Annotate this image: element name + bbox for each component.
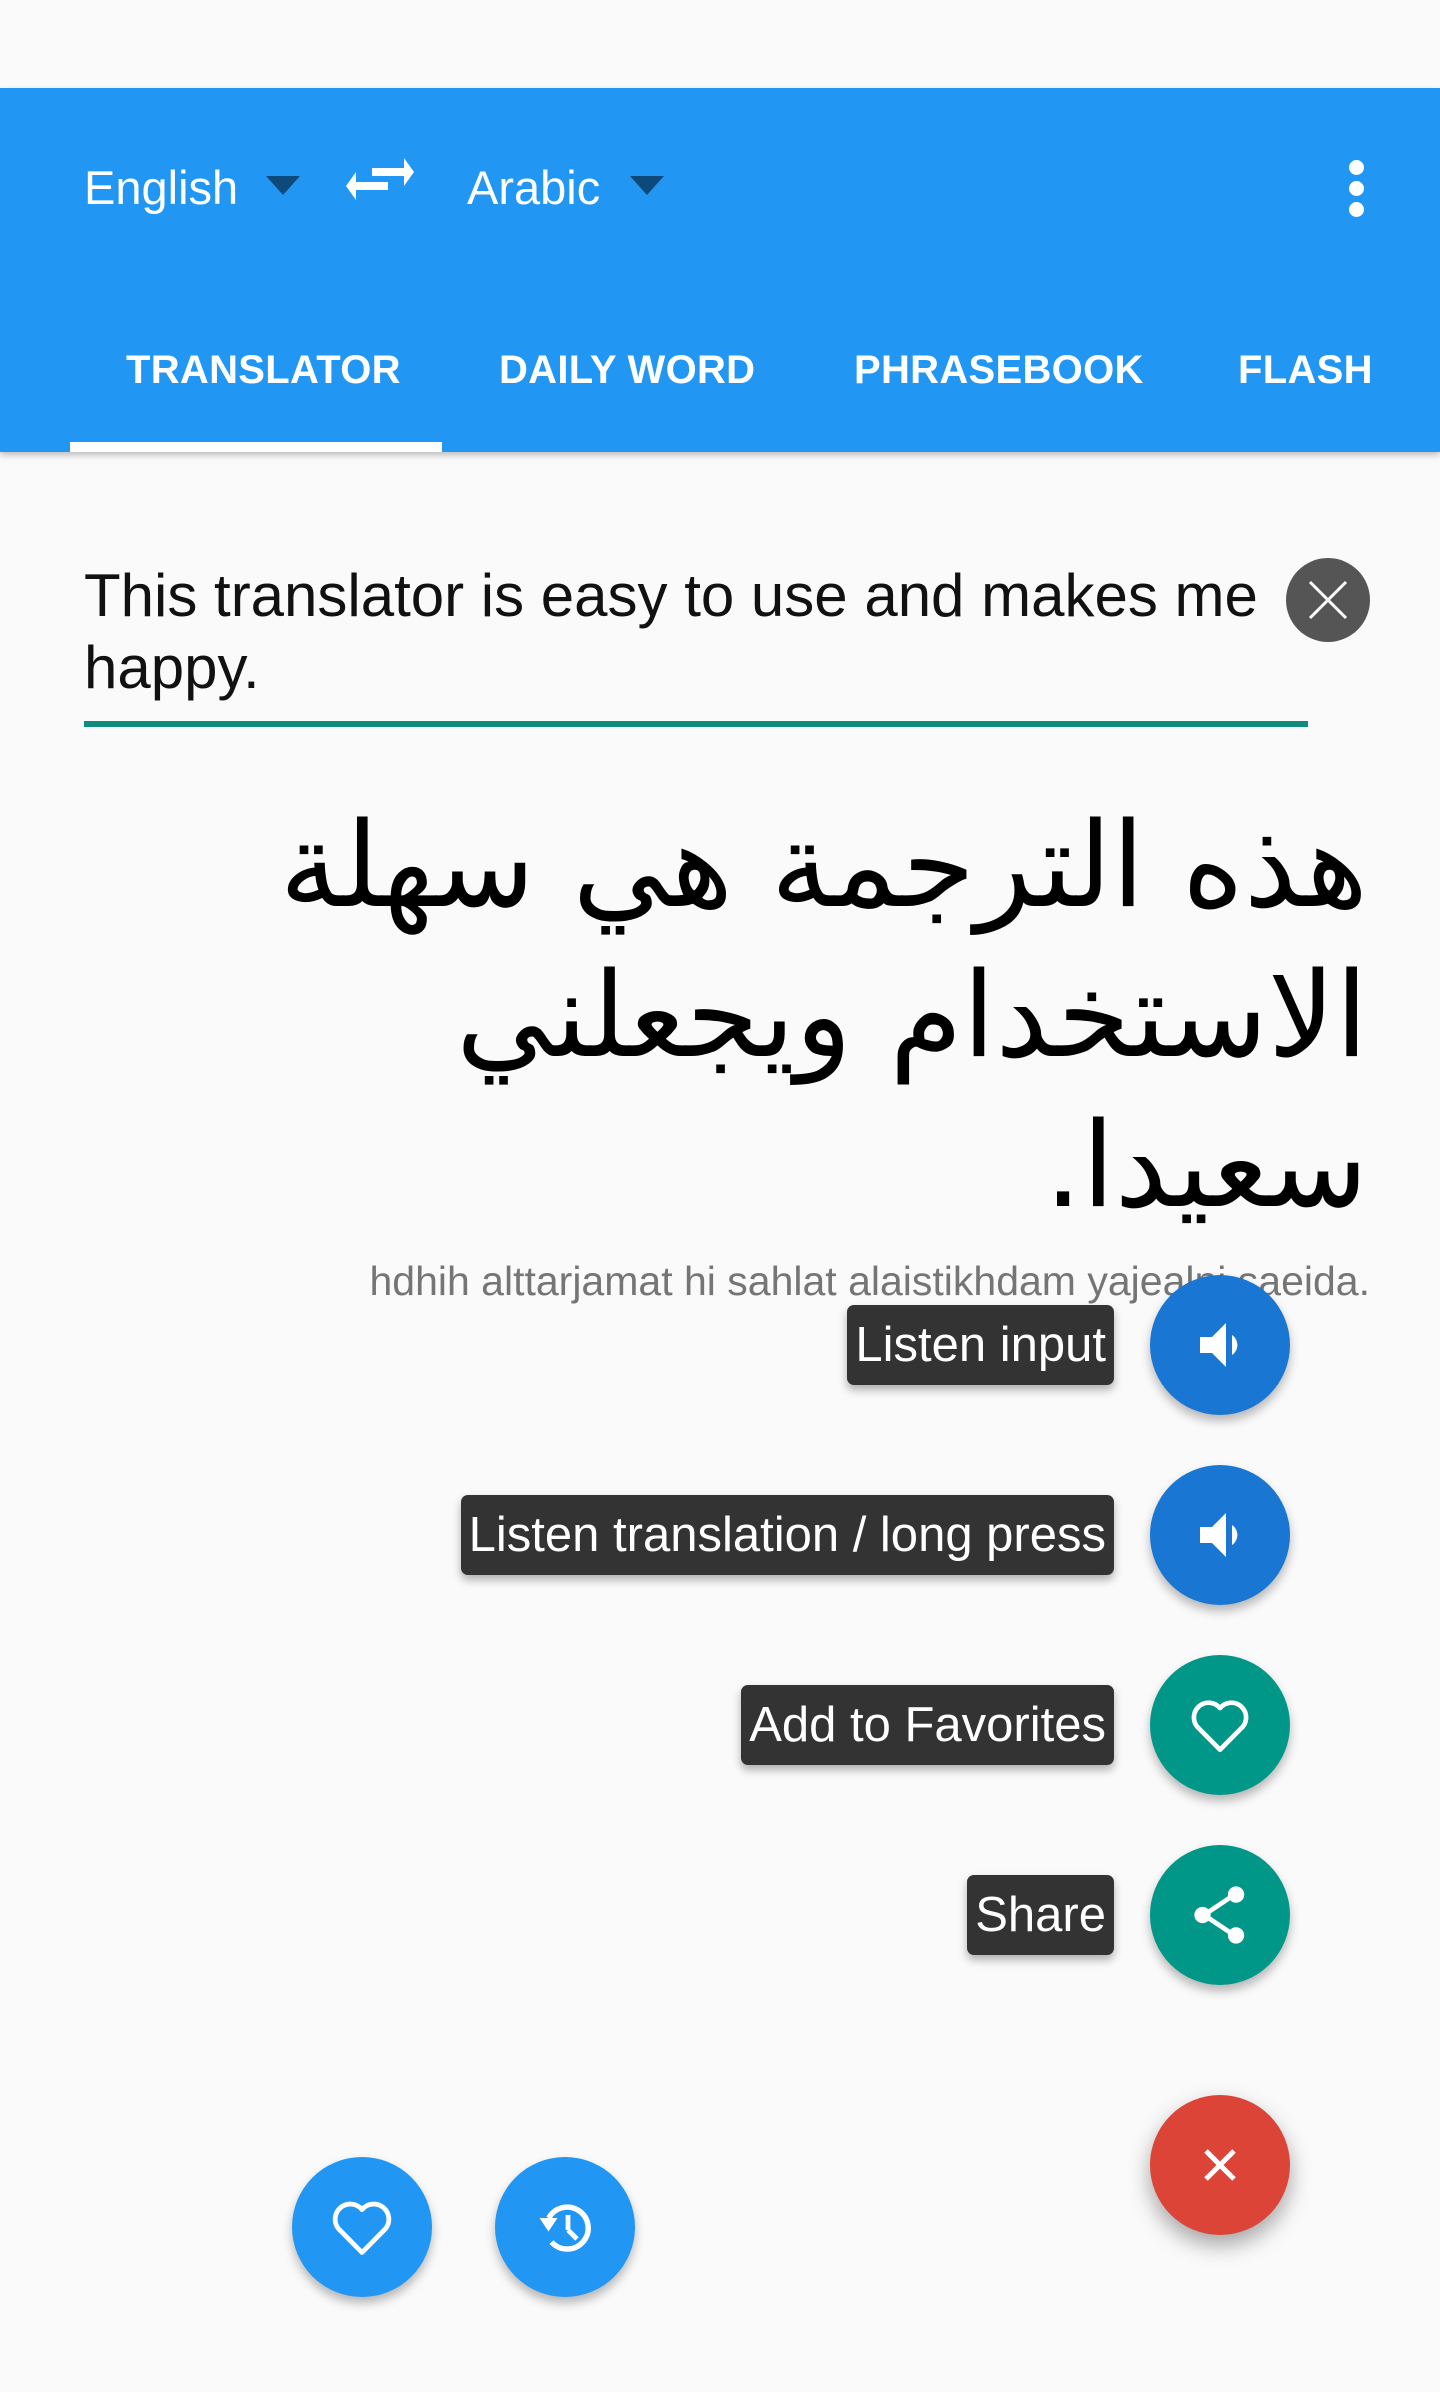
swap-horiz-icon <box>346 158 414 200</box>
volume-icon <box>1200 1513 1238 1557</box>
clear-input-button[interactable] <box>1286 558 1370 642</box>
close-icon <box>1308 580 1348 620</box>
volume-icon <box>1200 1323 1238 1367</box>
speed-dial-close-button[interactable] <box>1150 2095 1290 2235</box>
more-options-button[interactable] <box>1334 154 1378 230</box>
add-to-favorites-label: Add to Favorites <box>741 1685 1114 1765</box>
app-bar: English Arabic TRANSLATOR DAILY WORD PHR… <box>0 88 1440 452</box>
add-to-favorites-button[interactable] <box>1150 1655 1290 1795</box>
close-icon <box>1204 2149 1236 2181</box>
share-label: Share <box>967 1875 1114 1955</box>
more-vert-icon <box>1348 160 1364 175</box>
listen-input-button[interactable] <box>1150 1275 1290 1415</box>
listen-translation-button[interactable] <box>1150 1465 1290 1605</box>
target-language-label: Arabic <box>467 161 601 214</box>
share-button[interactable] <box>1150 1845 1290 1985</box>
source-language-selector[interactable]: English <box>84 155 238 221</box>
source-language-label: English <box>84 161 239 214</box>
target-language-selector[interactable]: Arabic <box>467 155 600 221</box>
heart-outline-icon <box>332 2201 392 2255</box>
heart-outline-icon <box>1191 1700 1249 1753</box>
target-language-dropdown-icon[interactable] <box>630 176 664 195</box>
swap-languages-button[interactable] <box>346 150 414 210</box>
source-text-input[interactable]: This translator is easy to use and makes… <box>84 560 1284 704</box>
source-language-dropdown-icon[interactable] <box>266 176 300 195</box>
status-bar <box>0 0 1440 88</box>
active-tab-indicator <box>70 442 442 452</box>
input-underline <box>84 721 1308 727</box>
translation-output: هذه الترجمة هي سهلة الاستخدام ويجعلني سع… <box>279 796 1368 1234</box>
tab-phrasebook[interactable]: PHRASEBOOK <box>854 340 1144 400</box>
tab-translator[interactable]: TRANSLATOR <box>126 340 401 400</box>
tab-daily-word[interactable]: DAILY WORD <box>499 340 755 400</box>
listen-input-label: Listen input <box>847 1305 1114 1385</box>
history-button[interactable] <box>495 2157 635 2297</box>
share-icon <box>1194 1886 1245 1944</box>
listen-translation-label: Listen translation / long press <box>460 1495 1114 1575</box>
favorites-button[interactable] <box>292 2157 432 2297</box>
tab-flash[interactable]: FLASH <box>1238 340 1373 400</box>
history-icon <box>539 2204 591 2252</box>
